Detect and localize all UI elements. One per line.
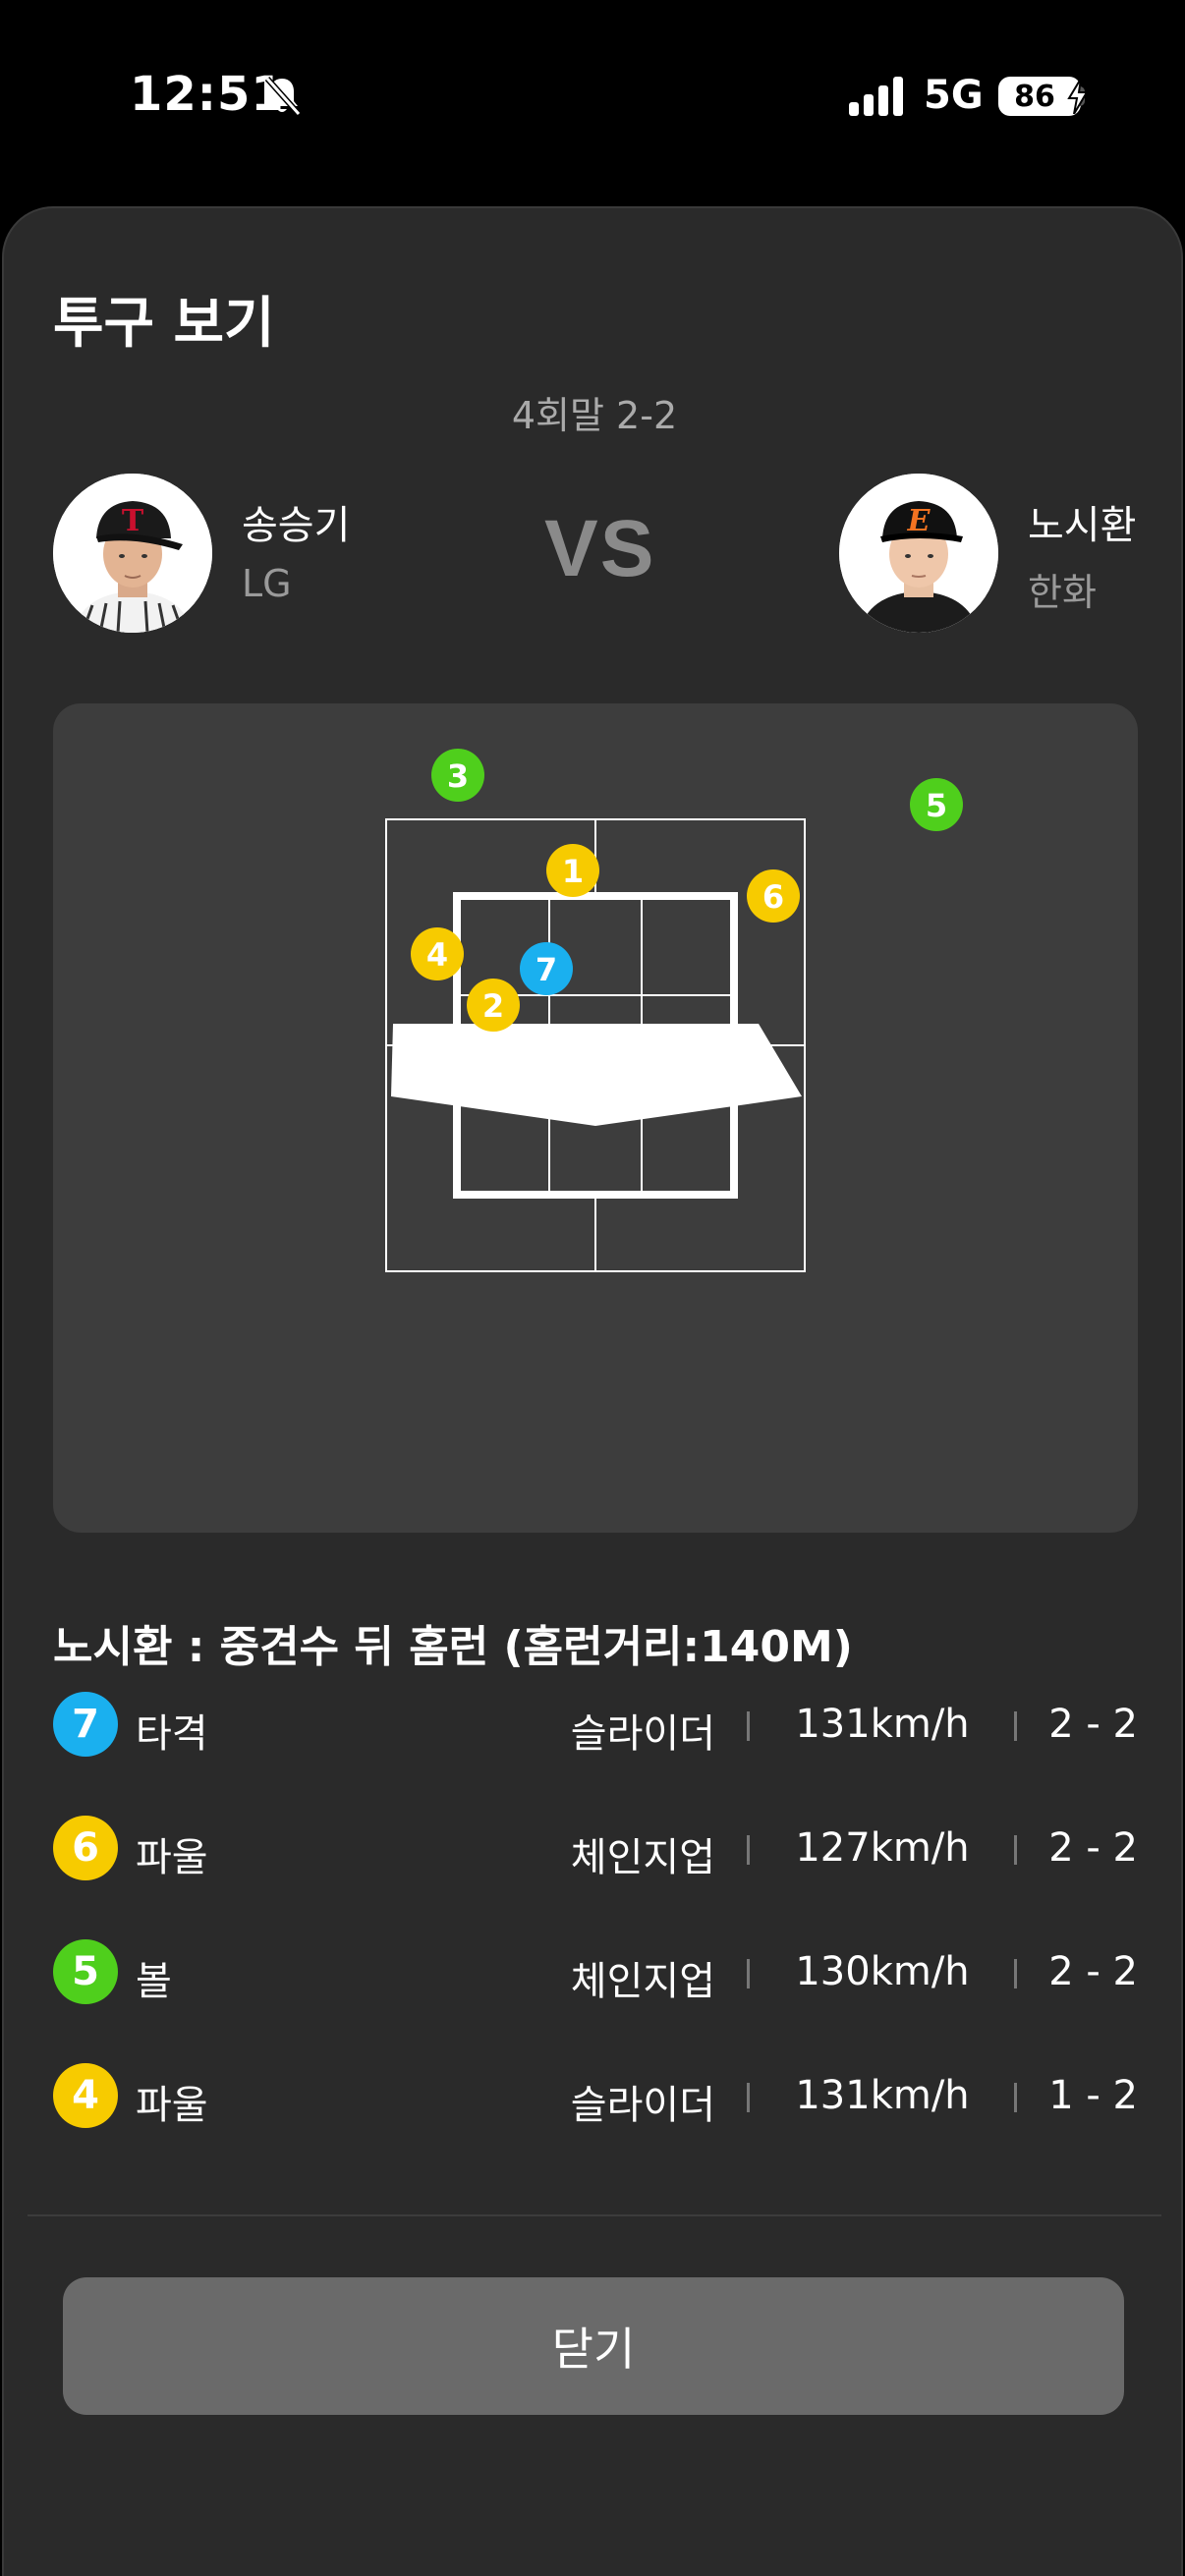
pitch-row[interactable]: 7 타격 슬라이더 131km/h 2 - 2: [53, 1690, 1138, 1759]
pitch-count: 2 - 2: [1048, 1949, 1138, 1994]
pitch-result: 볼: [136, 1959, 172, 2004]
separator: [747, 1835, 750, 1865]
pitch-number-badge: 5: [53, 1939, 118, 2004]
strike-zone-chart: 1 2 3 4 5 6 7: [385, 749, 963, 1272]
svg-text:E: E: [907, 504, 931, 538]
divider: [28, 2214, 1161, 2216]
pitch-marker-number: 1: [562, 853, 584, 890]
batter-avatar: E: [839, 474, 998, 633]
pitch-marker-5[interactable]: 5: [910, 778, 963, 831]
at-bat-result: 노시환 : 중견수 뒤 홈런 (홈런거리:140M): [53, 1622, 853, 1672]
pitch-marker-number: 2: [482, 987, 504, 1025]
separator: [1014, 1711, 1017, 1741]
pitch-result: 파울: [136, 2083, 208, 2128]
pitch-type: 체인지업: [570, 1835, 715, 1880]
pitch-result: 타격: [136, 1711, 208, 1757]
pitcher-photo: T: [53, 474, 212, 633]
home-plate-shape: [391, 1024, 802, 1126]
batter-team: 한화: [1028, 571, 1097, 614]
pitch-marker-2[interactable]: 2: [467, 979, 520, 1032]
close-button[interactable]: 닫기: [63, 2277, 1124, 2415]
pitch-marker-number: 7: [536, 951, 557, 988]
pitch-speed: 131km/h: [795, 2073, 970, 2118]
pitch-marker-3[interactable]: 3: [431, 749, 484, 802]
separator: [747, 1959, 750, 1988]
signal-icon: [849, 77, 903, 116]
separator: [1014, 1835, 1017, 1865]
pitch-marker-1[interactable]: 1: [546, 844, 599, 897]
inning-label: 4회말 2-2: [511, 394, 678, 437]
pitch-result: 파울: [136, 1835, 208, 1880]
pitch-speed: 130km/h: [795, 1949, 970, 1994]
pitch-type: 슬라이더: [570, 2083, 715, 2128]
pitch-row[interactable]: 6 파울 체인지업 127km/h 2 - 2: [53, 1814, 1138, 1882]
pitcher-team: LG: [242, 562, 292, 605]
network-label: 5G: [924, 73, 984, 118]
pitch-marker-number: 4: [426, 936, 448, 974]
sheet-title: 투구 보기: [53, 292, 275, 356]
separator: [747, 1711, 750, 1741]
pitch-number-badge: 7: [53, 1692, 118, 1757]
status-bar: 12:51 5G 86: [0, 0, 1185, 196]
batter-name: 노시환: [1028, 503, 1137, 548]
pitch-marker-7[interactable]: 7: [520, 942, 573, 995]
pitch-speed: 127km/h: [795, 1825, 970, 1871]
pitch-marker-6[interactable]: 6: [747, 869, 800, 923]
vs-label: VS: [544, 504, 656, 593]
pitch-view-sheet: 투구 보기 4회말 2-2 T 송승기 LG VS E 노시환 한화 1 2 3…: [2, 206, 1183, 2576]
pitch-row[interactable]: 5 볼 체인지업 130km/h 2 - 2: [53, 1937, 1138, 2006]
pitch-number-badge: 6: [53, 1816, 118, 1880]
pitcher-name: 송승기: [242, 503, 351, 548]
pitch-count: 2 - 2: [1048, 1825, 1138, 1871]
bell-slash-icon: [264, 77, 302, 116]
separator: [1014, 2083, 1017, 2112]
pitch-marker-number: 5: [926, 787, 947, 824]
charging-bolt-icon: [1067, 79, 1089, 114]
pitch-number-badge: 4: [53, 2063, 118, 2128]
pitch-type: 체인지업: [570, 1959, 715, 2004]
pitch-type: 슬라이더: [570, 1711, 715, 1757]
pitch-marker-4[interactable]: 4: [411, 927, 464, 980]
strike-zone-panel: 1 2 3 4 5 6 7: [53, 703, 1138, 1533]
pitch-speed: 131km/h: [795, 1702, 970, 1747]
pitch-marker-number: 3: [447, 757, 469, 795]
batter-photo: E: [839, 474, 998, 633]
pitch-row[interactable]: 4 파울 슬라이더 131km/h 1 - 2: [53, 2061, 1138, 2130]
pitch-count: 2 - 2: [1048, 1702, 1138, 1747]
separator: [1014, 1959, 1017, 1988]
pitch-marker-number: 6: [762, 878, 784, 916]
pitch-count: 1 - 2: [1048, 2073, 1138, 2118]
separator: [747, 2083, 750, 2112]
svg-text:T: T: [122, 504, 144, 538]
pitcher-avatar: T: [53, 474, 212, 633]
